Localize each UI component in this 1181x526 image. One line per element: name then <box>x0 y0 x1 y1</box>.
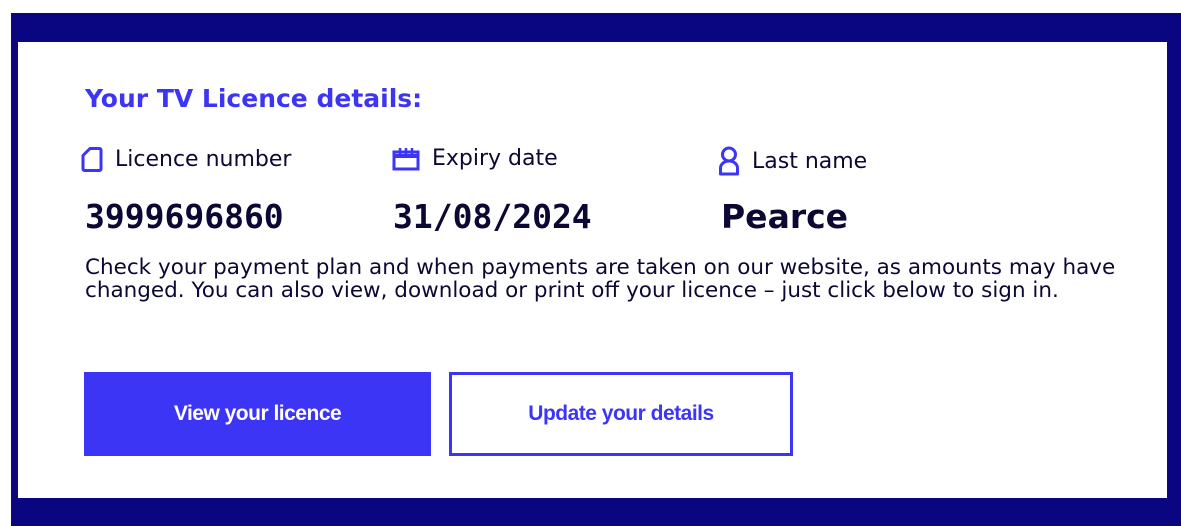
licence-number-label: Licence number <box>115 147 292 172</box>
calendar-icon <box>392 147 420 171</box>
licence-details-card: Your TV Licence details: Licence number … <box>18 42 1167 498</box>
details-heading: Your TV Licence details: <box>85 84 423 113</box>
view-licence-button[interactable]: View your licence <box>84 372 431 456</box>
licence-card-icon <box>81 146 103 173</box>
expiry-date-label: Expiry date <box>432 146 558 171</box>
last-name-field: Last name <box>718 146 867 176</box>
person-icon <box>718 146 740 176</box>
payment-plan-notice: Check your payment plan and when payment… <box>85 255 1116 303</box>
licence-number-field: Licence number <box>81 146 291 173</box>
update-details-button[interactable]: Update your details <box>449 372 793 456</box>
last-name-value: Pearce <box>721 197 849 236</box>
email-frame: Your TV Licence details: Licence number … <box>11 13 1181 526</box>
expiry-date-value: 31/08/2024 <box>393 197 592 236</box>
licence-number-value: 3999696860 <box>85 197 284 236</box>
expiry-date-field: Expiry date <box>392 146 558 171</box>
last-name-label: Last name <box>752 148 868 174</box>
